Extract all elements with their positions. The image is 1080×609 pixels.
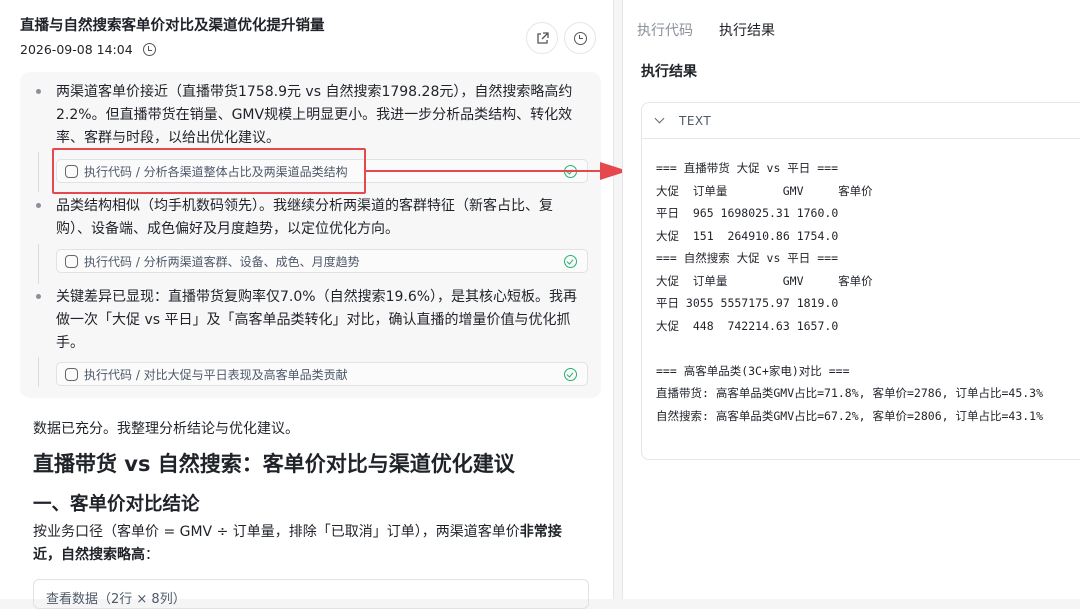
python-icon	[65, 254, 78, 268]
step-connector	[38, 244, 39, 284]
step-connector	[38, 357, 39, 387]
step-bullet	[36, 89, 41, 94]
result-tabs: 执行代码 执行结果	[637, 20, 775, 40]
output-type: TEXT	[679, 113, 712, 128]
data-toggle-label: 查看数据（2行 × 8列）	[46, 592, 186, 607]
step-connector	[38, 152, 39, 192]
step-bullet	[36, 294, 41, 299]
code-step-chip[interactable]: 执行代码 / 对比大促与平日表现及高客单品类贡献	[56, 362, 588, 386]
output-header[interactable]: TEXT	[642, 103, 1080, 139]
step-text: 关键差异已显现：直播带货复购率仅7.0%（自然搜索19.6%），是其核心短板。我…	[56, 289, 578, 351]
check-circle-icon	[564, 255, 577, 268]
section-heading: 一、客单价对比结论	[33, 494, 200, 515]
paragraph-end: ：	[145, 547, 159, 563]
tab-result[interactable]: 执行结果	[719, 20, 775, 40]
history-button[interactable]	[564, 22, 596, 54]
chip-label: 执行代码 / 分析两渠道客群、设备、成色、月度趋势	[84, 254, 360, 269]
output-line: === 直播带货 大促 vs 平日 ===	[656, 161, 839, 175]
analysis-steps-card: 两渠道客单价接近（直播带货1758.9元 vs 自然搜索1798.28元），自然…	[20, 72, 601, 398]
external-link-icon	[536, 31, 549, 44]
clock-icon	[573, 31, 587, 45]
output-line: 大促 151 264910.86 1754.0	[656, 228, 839, 243]
result-title: 执行结果	[641, 64, 697, 80]
section-paragraph: 按业务口径（客单价 = GMV ÷ 订单量，排除「已取消」订单），两渠道客单价非…	[33, 521, 573, 567]
output-line: 平日 3055 5557175.97 1819.0	[656, 296, 839, 310]
step-text: 两渠道客单价接近（直播带货1758.9元 vs 自然搜索1798.28元），自然…	[56, 84, 573, 146]
history-icon[interactable]	[142, 43, 156, 56]
step-text: 品类结构相似（均手机数码领先）。我继续分析两渠道的客群特征（新客占比、复购）、设…	[56, 198, 553, 237]
check-circle-icon	[564, 368, 577, 381]
output-line: 大促 订单量 GMV 客单价	[656, 273, 873, 288]
highlight-box	[52, 148, 366, 194]
chat-panel: 直播与自然搜索客单价对比及渠道优化提升销量 2026-09-08 14:04 两…	[0, 0, 614, 609]
output-line: 大促 448 742214.63 1657.0	[656, 318, 839, 333]
output-line: === 自然搜索 大促 vs 平日 ===	[656, 251, 839, 265]
output-block: TEXT === 直播带货 大促 vs 平日 === 大促 订单量 GMV 客单价…	[641, 102, 1080, 460]
output-line: === 高客单品类(3C+家电)对比 ===	[656, 363, 850, 378]
tab-code[interactable]: 执行代码	[637, 20, 693, 40]
chevron-down-icon	[654, 113, 665, 124]
step-bullet	[36, 203, 41, 208]
summary-intro: 数据已充分。我整理分析结论与优化建议。	[33, 421, 299, 437]
output-text: === 直播带货 大促 vs 平日 === 大促 订单量 GMV 客单价 平日 96…	[656, 157, 1043, 427]
output-line: 大促 订单量 GMV 客单价	[656, 183, 873, 198]
result-panel: 执行代码 执行结果 执行结果 TEXT === 直播带货 大促 vs 平日 ==…	[622, 0, 1080, 599]
report-heading: 直播带货 vs 自然搜索：客单价对比与渠道优化建议	[33, 452, 515, 476]
timestamp-row: 2026-09-08 14:04	[20, 42, 156, 57]
paragraph-text: 按业务口径（客单价 = GMV ÷ 订单量，排除「已取消」订单），两渠道客单价	[33, 524, 520, 540]
output-line: 自然搜索: 高客单品类GMV占比=67.2%, 客单价=2806, 订单占比=4…	[656, 408, 1044, 423]
output-line: 直播带货: 高客单品类GMV占比=71.8%, 客单价=2786, 订单占比=4…	[656, 386, 1044, 400]
data-toggle[interactable]: 查看数据（2行 × 8列）	[33, 579, 589, 609]
page-title: 直播与自然搜索客单价对比及渠道优化提升销量	[20, 18, 325, 34]
chip-label: 执行代码 / 对比大促与平日表现及高客单品类贡献	[84, 367, 348, 382]
output-line: 平日 965 1698025.31 1760.0	[656, 206, 839, 220]
annotation-arrow	[366, 170, 601, 172]
share-button[interactable]	[526, 22, 558, 54]
timestamp: 2026-09-08 14:04	[20, 42, 133, 57]
python-icon	[65, 367, 78, 381]
code-step-chip[interactable]: 执行代码 / 分析两渠道客群、设备、成色、月度趋势	[56, 249, 588, 273]
